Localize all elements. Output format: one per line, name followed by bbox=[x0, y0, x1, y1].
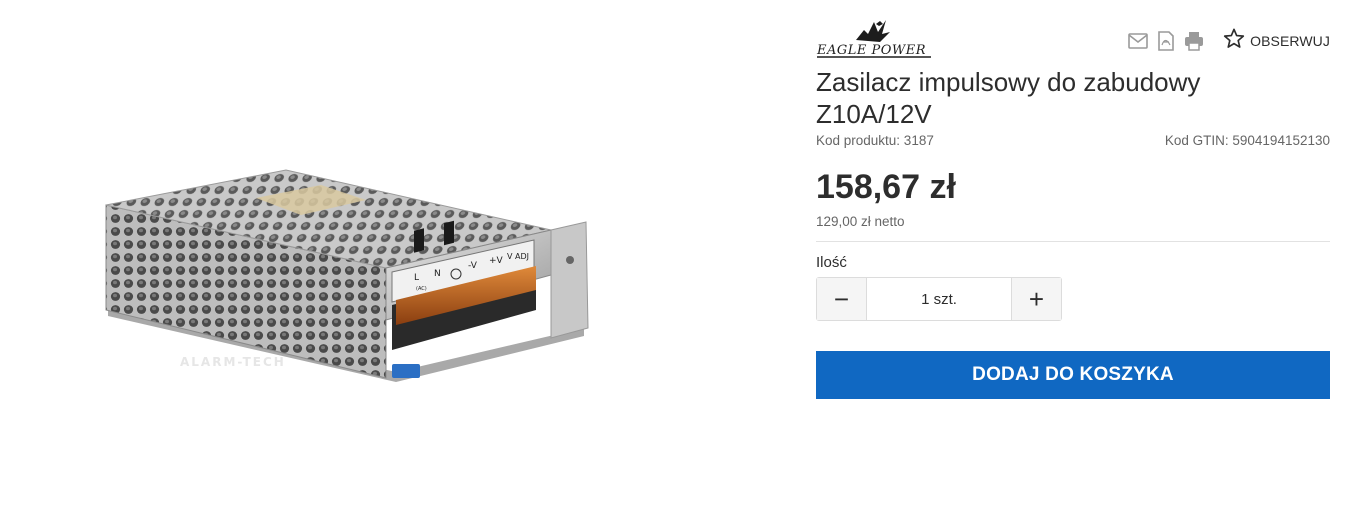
product-image[interactable]: L N (AC) -V +V V ADJ ALARM-TECH bbox=[96, 160, 596, 435]
product-title: Zasilacz impulsowy do zabudowy Z10A/12V bbox=[816, 67, 1201, 129]
terminal-label-minus-v: -V bbox=[468, 261, 478, 271]
envelope-icon[interactable] bbox=[1127, 30, 1149, 52]
product-gtin: Kod GTIN: 5904194152130 bbox=[1164, 133, 1330, 148]
brand-logo-text: EAGLE POWER bbox=[816, 43, 926, 58]
product-code: Kod produktu: 3187 bbox=[816, 133, 934, 148]
watch-button[interactable]: OBSERWUJ bbox=[1223, 28, 1330, 54]
image-watermark: ALARM-TECH bbox=[180, 355, 286, 369]
pdf-icon[interactable] bbox=[1155, 30, 1177, 52]
product-actions: OBSERWUJ bbox=[1121, 28, 1330, 54]
terminal-label-n: N bbox=[434, 269, 441, 279]
eagle-logo: EAGLE POWER bbox=[816, 20, 931, 58]
terminal-label-l: L bbox=[414, 273, 419, 283]
divider bbox=[816, 241, 1330, 242]
product-codes: Kod produktu: 3187 Kod GTIN: 59041941521… bbox=[816, 133, 1330, 148]
brand-logo[interactable]: EAGLE POWER bbox=[816, 18, 934, 60]
printer-icon[interactable] bbox=[1183, 30, 1205, 52]
product-price-net: 129,00 zł netto bbox=[816, 214, 905, 229]
terminal-label-ac: (AC) bbox=[416, 286, 427, 292]
terminal-label-vadj: V ADJ bbox=[507, 252, 529, 261]
power-supply-illustration: L N (AC) -V +V V ADJ ALARM-TECH bbox=[105, 169, 589, 382]
quantity-increase-button[interactable]: + bbox=[1011, 278, 1061, 320]
product-price: 158,67 zł bbox=[816, 168, 956, 206]
quantity-label: Ilość bbox=[816, 254, 847, 271]
star-outline-icon bbox=[1223, 28, 1245, 54]
watch-label: OBSERWUJ bbox=[1250, 33, 1330, 49]
quantity-input[interactable]: 1 szt. bbox=[867, 278, 1011, 320]
quantity-stepper: − 1 szt. + bbox=[816, 277, 1062, 321]
quantity-decrease-button[interactable]: − bbox=[817, 278, 867, 320]
terminal-label-plus-v: +V bbox=[489, 256, 504, 266]
add-to-cart-button[interactable]: DODAJ DO KOSZYKA bbox=[816, 351, 1330, 399]
